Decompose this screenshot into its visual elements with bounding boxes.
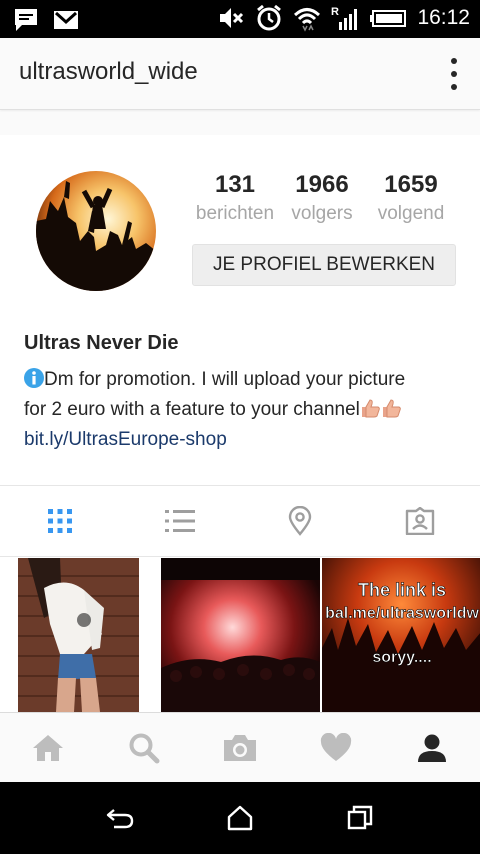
search-icon — [129, 733, 160, 763]
tab-tagged[interactable] — [360, 486, 480, 556]
list-icon — [165, 510, 195, 532]
profile-stats: 131 berichten 1966 volgers 1659 volgend — [192, 171, 456, 227]
back-icon — [106, 809, 134, 829]
overlay-text-line-1: The link is — [358, 580, 446, 600]
clock: 16:12 — [417, 6, 470, 29]
status-bar: R 16:12 — [0, 0, 480, 38]
gmail-icon — [54, 11, 78, 29]
camera-icon — [224, 734, 256, 761]
screen: R 16:12 ultrasworld_wide 131 berichten 1… — [0, 0, 480, 854]
overlay-text-line-3: soryy.... — [372, 649, 431, 666]
post-grid: The link is bal.me/ultrasworldw soryy...… — [0, 557, 480, 712]
profile-bio: Dm for promotion. I will upload your pic… — [24, 365, 464, 425]
profile-icon — [418, 734, 446, 762]
mute-icon — [220, 8, 244, 28]
bottom-navigation — [0, 712, 480, 782]
following-count: 1659 — [384, 171, 438, 198]
signal-icon: R — [331, 6, 358, 30]
system-home-button[interactable] — [210, 788, 270, 848]
post-thumbnail[interactable]: The link is bal.me/ultrasworldw soryy...… — [322, 558, 480, 712]
nav-activity[interactable] — [288, 713, 384, 782]
system-recents-button[interactable] — [330, 788, 390, 848]
alarm-icon — [257, 4, 282, 31]
following-stat[interactable]: 1659 volgend — [366, 171, 456, 227]
tab-list[interactable] — [120, 486, 240, 556]
message-icon — [15, 9, 37, 31]
bio-line-2: for 2 euro with a feature to your channe… — [24, 399, 360, 420]
profile-view-tabs — [0, 485, 480, 557]
followers-label: volgers — [291, 203, 353, 224]
grid-icon — [48, 509, 72, 533]
post-thumbnail[interactable] — [161, 558, 320, 712]
svg-text:R: R — [331, 6, 339, 18]
profile-name: Ultras Never Die — [24, 332, 179, 354]
nav-camera[interactable] — [192, 713, 288, 782]
posts-count: 131 — [214, 171, 256, 198]
profile-username: ultrasworld_wide — [19, 58, 198, 85]
more-vert-icon[interactable] — [450, 58, 458, 90]
bio-line-1: Dm for promotion. I will upload your pic… — [44, 369, 406, 390]
tagged-icon — [405, 507, 435, 535]
overlay-text-line-2: bal.me/ultrasworldw — [325, 605, 479, 622]
posts-label: berichten — [195, 203, 275, 224]
avatar[interactable] — [36, 171, 156, 291]
thumbs-up-icon — [382, 399, 401, 418]
app-bar: ultrasworld_wide — [0, 38, 480, 110]
thumbs-up-icon — [361, 399, 380, 418]
home-outline-icon — [227, 805, 253, 831]
nav-profile[interactable] — [384, 713, 480, 782]
nav-home[interactable] — [0, 713, 96, 782]
wifi-icon — [294, 8, 321, 32]
followers-count: 1966 — [295, 171, 349, 198]
recents-icon — [347, 805, 373, 830]
tab-grid[interactable] — [0, 486, 120, 556]
home-icon — [33, 734, 63, 761]
profile-header: 131 berichten 1966 volgers 1659 volgend … — [0, 135, 480, 485]
battery-icon — [370, 10, 407, 27]
followers-stat[interactable]: 1966 volgers — [278, 171, 366, 227]
nav-search[interactable] — [96, 713, 192, 782]
profile-website-link[interactable]: bit.ly/UltrasEurope-shop — [24, 429, 227, 451]
following-label: volgend — [377, 203, 445, 224]
heart-icon — [320, 732, 352, 761]
posts-stat[interactable]: 131 berichten — [192, 171, 278, 227]
system-navigation-bar — [0, 782, 480, 854]
edit-profile-button[interactable]: JE PROFIEL BEWERKEN — [192, 244, 456, 286]
location-icon — [288, 506, 312, 536]
tab-location[interactable] — [240, 486, 360, 556]
post-thumbnail[interactable] — [0, 558, 159, 712]
info-icon — [24, 368, 44, 388]
system-back-button[interactable] — [90, 788, 150, 848]
